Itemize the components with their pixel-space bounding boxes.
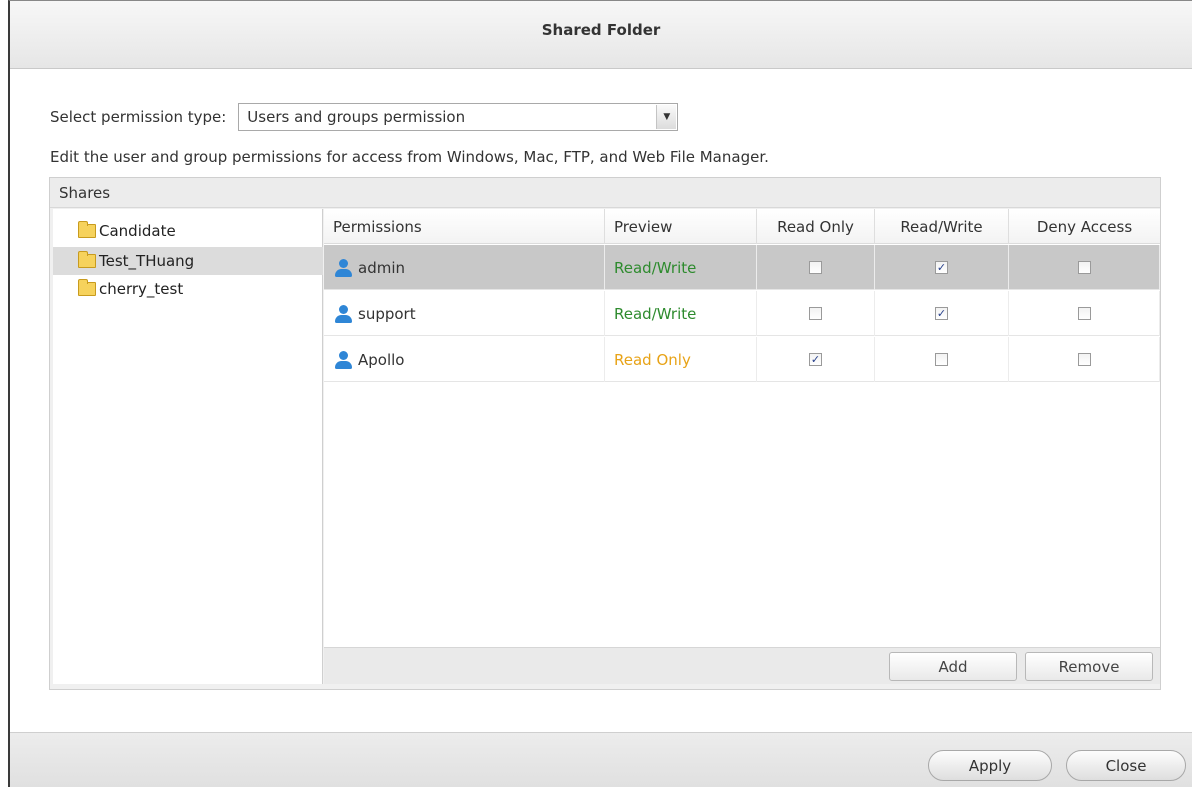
deny-access-checkbox[interactable] bbox=[1077, 307, 1091, 320]
grid-header: Permissions Preview Read Only Read/Write… bbox=[324, 209, 1160, 244]
read-only-cell bbox=[757, 245, 875, 290]
shares-header-label: Shares bbox=[59, 184, 111, 202]
add-button[interactable]: Add bbox=[889, 652, 1017, 681]
user-icon bbox=[333, 350, 353, 370]
read-write-cell: ✓ bbox=[875, 245, 1009, 290]
user-cell: admin bbox=[324, 245, 605, 290]
column-header-preview[interactable]: Preview bbox=[605, 209, 757, 244]
folder-tree: Candidate Test_THuang cherry_test bbox=[53, 209, 323, 684]
table-row[interactable]: support Read/Write ✓ bbox=[324, 291, 1160, 336]
user-cell: support bbox=[324, 291, 605, 336]
shares-panel: Shares Candidate Test_THuang cherry_test… bbox=[49, 177, 1161, 690]
read-write-cell bbox=[875, 337, 1009, 382]
permission-type-row: Select permission type: Users and groups… bbox=[50, 103, 679, 131]
tree-item-candidate[interactable]: Candidate bbox=[53, 217, 323, 245]
close-button[interactable]: Close bbox=[1066, 750, 1186, 781]
read-write-checkbox[interactable]: ✓ bbox=[935, 307, 948, 320]
dialog-title: Shared Folder bbox=[541, 21, 661, 39]
remove-button[interactable]: Remove bbox=[1025, 652, 1153, 681]
column-header-deny-access[interactable]: Deny Access bbox=[1009, 209, 1160, 244]
read-write-checkbox[interactable]: ✓ bbox=[935, 261, 948, 274]
apply-button[interactable]: Apply bbox=[928, 750, 1052, 781]
read-only-checkbox[interactable] bbox=[809, 261, 822, 274]
read-write-cell: ✓ bbox=[875, 291, 1009, 336]
tree-item-cherry-test[interactable]: cherry_test bbox=[53, 275, 323, 303]
permission-type-label: Select permission type: bbox=[50, 108, 227, 126]
permission-type-value: Users and groups permission bbox=[247, 108, 466, 126]
folder-icon bbox=[78, 279, 96, 296]
user-icon bbox=[333, 258, 353, 278]
deny-access-checkbox[interactable] bbox=[1077, 261, 1091, 274]
deny-access-cell bbox=[1009, 337, 1160, 382]
read-write-checkbox[interactable] bbox=[935, 353, 948, 366]
user-icon bbox=[333, 304, 353, 324]
tree-item-test-thuang[interactable]: Test_THuang bbox=[53, 247, 323, 275]
column-header-read-write[interactable]: Read/Write bbox=[875, 209, 1009, 244]
preview-cell: Read/Write bbox=[605, 291, 757, 336]
dialog-footer: Apply Close bbox=[10, 732, 1192, 787]
title-bar: Shared Folder bbox=[10, 1, 1192, 69]
folder-icon bbox=[78, 251, 96, 268]
chevron-down-icon[interactable]: ▼ bbox=[656, 105, 677, 129]
table-row[interactable]: admin Read/Write ✓ bbox=[324, 245, 1160, 290]
tree-item-label: cherry_test bbox=[99, 280, 184, 298]
shares-header: Shares bbox=[50, 178, 1160, 208]
read-only-checkbox[interactable]: ✓ bbox=[809, 353, 822, 366]
shared-folder-dialog: Shared Folder Select permission type: Us… bbox=[8, 0, 1192, 787]
grid-footer: Add Remove bbox=[324, 647, 1160, 684]
user-name: admin bbox=[358, 258, 405, 277]
deny-access-cell bbox=[1009, 291, 1160, 336]
column-header-permissions[interactable]: Permissions bbox=[324, 209, 605, 244]
user-cell: Apollo bbox=[324, 337, 605, 382]
user-name: support bbox=[358, 304, 416, 323]
table-row[interactable]: Apollo Read Only ✓ bbox=[324, 337, 1160, 382]
deny-access-checkbox[interactable] bbox=[1077, 353, 1091, 366]
read-only-cell: ✓ bbox=[757, 337, 875, 382]
permission-type-select[interactable]: Users and groups permission ▼ bbox=[238, 103, 679, 131]
column-header-read-only[interactable]: Read Only bbox=[757, 209, 875, 244]
read-only-checkbox[interactable] bbox=[809, 307, 822, 320]
deny-access-cell bbox=[1009, 245, 1160, 290]
permissions-grid: Permissions Preview Read Only Read/Write… bbox=[324, 209, 1160, 684]
preview-cell: Read/Write bbox=[605, 245, 757, 290]
preview-cell: Read Only bbox=[605, 337, 757, 382]
read-only-cell bbox=[757, 291, 875, 336]
tree-item-label: Candidate bbox=[99, 222, 176, 240]
tree-item-label: Test_THuang bbox=[99, 252, 195, 270]
permission-description: Edit the user and group permissions for … bbox=[50, 148, 769, 166]
user-name: Apollo bbox=[358, 350, 405, 369]
folder-icon bbox=[78, 221, 96, 238]
